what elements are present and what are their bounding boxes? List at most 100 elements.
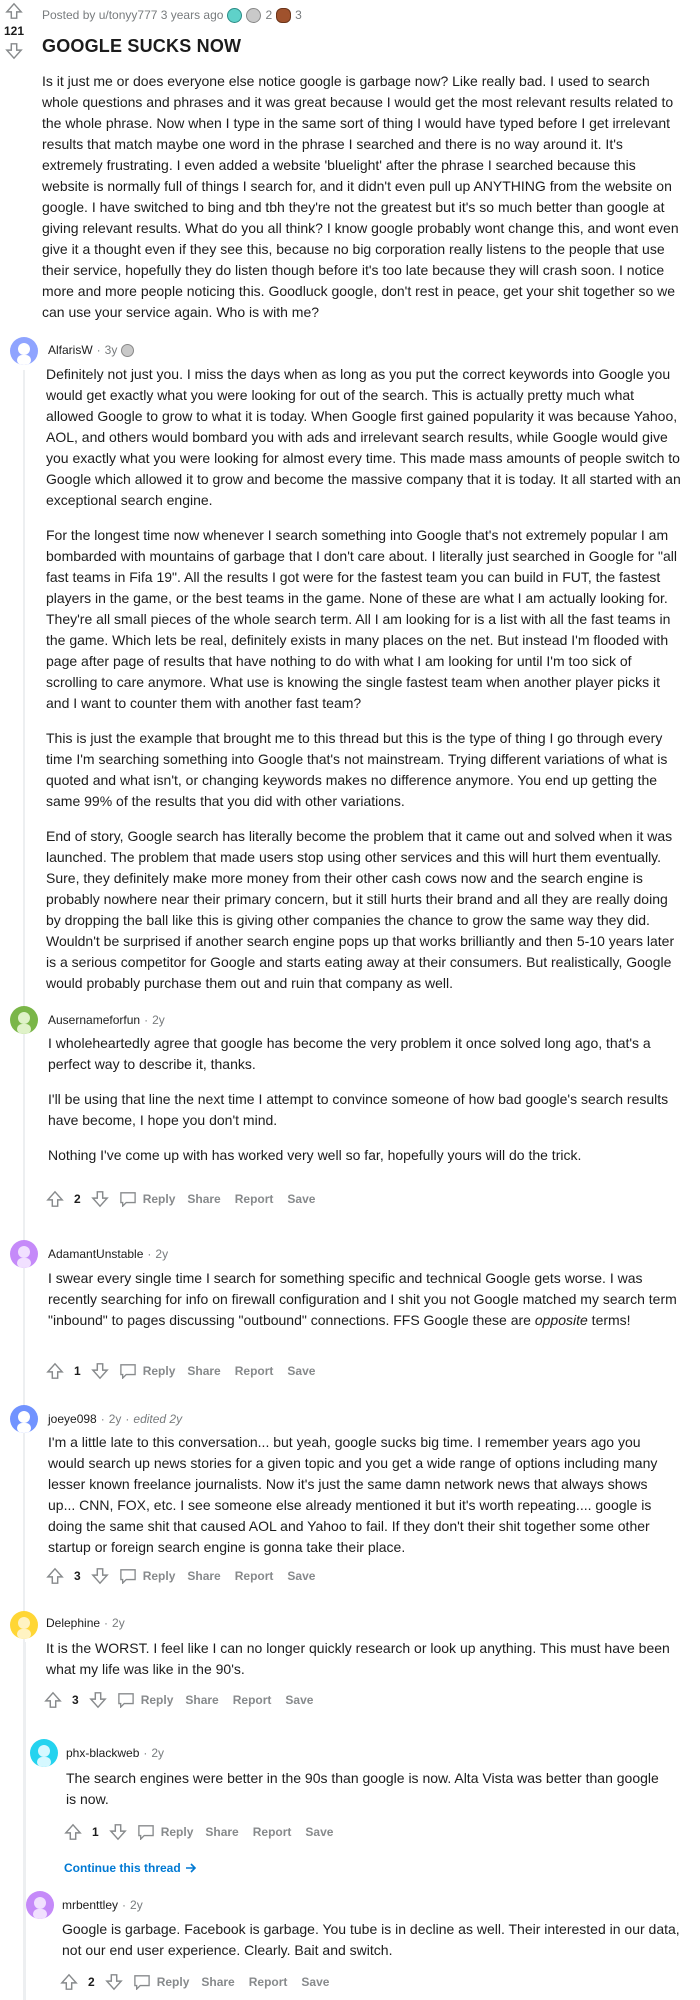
continue-thread-label: Continue this thread <box>64 1861 181 1875</box>
downvote-icon[interactable] <box>90 1190 109 1208</box>
comment-paragraph: For the longest time now whenever I sear… <box>46 527 678 711</box>
downvote-icon[interactable] <box>108 1823 127 1841</box>
report-button[interactable]: Report <box>251 1823 294 1841</box>
avatar[interactable] <box>10 337 38 365</box>
award-count: 3 <box>295 8 302 22</box>
downvote-icon[interactable] <box>104 1973 123 1991</box>
comment-author[interactable]: Delephine <box>46 1616 100 1630</box>
comment-author[interactable]: Ausernameforfun <box>48 1013 140 1027</box>
comment-author[interactable]: AlfarisW <box>48 343 93 357</box>
comment-paragraph: End of story, Google search has literall… <box>46 828 675 991</box>
reply-label: Reply <box>140 1693 174 1707</box>
reply-button[interactable]: Reply <box>133 1974 189 1990</box>
comment-paragraph: It is the WORST. I feel like I can no lo… <box>46 1640 670 1677</box>
avatar[interactable] <box>10 1006 38 1034</box>
comment-paragraph: I'll be using that line the next time I … <box>48 1091 669 1128</box>
silver-award-icon <box>246 7 262 23</box>
save-button[interactable]: Save <box>299 1973 331 1991</box>
avatar[interactable] <box>10 1240 38 1268</box>
comment-author[interactable]: mrbenttley <box>62 1898 118 1912</box>
comment-body: Google is garbage. Facebook is garbage. … <box>62 1919 682 1975</box>
comment-author[interactable]: joeye098 <box>48 1412 97 1426</box>
edited-label: edited 2y <box>133 1412 183 1426</box>
comment-meta: AdamantUnstable · 2y <box>48 1247 169 1261</box>
report-button[interactable]: Report <box>233 1567 276 1585</box>
avatar[interactable] <box>30 1739 58 1767</box>
comment-actions: 1 Reply Share Report Save <box>46 1362 317 1380</box>
upvote-icon[interactable] <box>44 1691 62 1709</box>
share-button[interactable]: Share <box>185 1362 222 1380</box>
avatar[interactable] <box>10 1611 38 1639</box>
report-button[interactable]: Report <box>231 1691 274 1709</box>
bear-award-icon <box>276 7 292 23</box>
comment-body: I swear every single time I search for s… <box>48 1268 678 1345</box>
reply-label: Reply <box>142 1364 176 1378</box>
save-button[interactable]: Save <box>283 1691 315 1709</box>
comment-body: Definitely not just you. I miss the days… <box>46 364 682 1008</box>
silver-award-icon <box>121 343 135 357</box>
upvote-icon[interactable] <box>60 1973 78 1991</box>
downvote-icon[interactable] <box>88 1691 107 1709</box>
comment-paragraph: The search engines were better in the 90… <box>66 1770 659 1807</box>
avatar[interactable] <box>26 1891 54 1919</box>
reply-button[interactable]: Reply <box>117 1692 174 1708</box>
share-button[interactable]: Share <box>203 1823 240 1841</box>
downvote-icon[interactable] <box>90 1362 109 1380</box>
award-icon <box>227 7 243 23</box>
comment-score: 3 <box>72 1693 79 1707</box>
comment-meta: joeye098 · 2y · edited 2y <box>48 1412 183 1426</box>
comment-paragraph: I wholeheartedly agree that google has b… <box>48 1035 651 1072</box>
share-button[interactable]: Share <box>185 1567 222 1585</box>
comment-meta: Delephine · 2y <box>46 1616 125 1630</box>
upvote-icon[interactable] <box>64 1823 82 1841</box>
comment-score: 1 <box>92 1825 99 1839</box>
post-title[interactable]: GOOGLE SUCKS NOW <box>42 36 692 57</box>
report-button[interactable]: Report <box>233 1362 276 1380</box>
share-button[interactable]: Share <box>199 1973 236 1991</box>
downvote-icon[interactable] <box>90 1567 109 1585</box>
comment-icon <box>133 1975 150 1990</box>
reply-button[interactable]: Reply <box>119 1363 176 1379</box>
avatar[interactable] <box>10 1405 38 1433</box>
post-body: Is it just me or does everyone else noti… <box>42 73 679 320</box>
comment-meta: mrbenttley · 2y <box>62 1898 143 1912</box>
reply-button[interactable]: Reply <box>119 1568 176 1584</box>
report-button[interactable]: Report <box>247 1973 290 1991</box>
comment-paragraph: I swear every single time I search for s… <box>48 1270 677 1328</box>
save-button[interactable]: Save <box>303 1823 335 1841</box>
arrow-right-icon <box>185 1863 196 1873</box>
share-button[interactable]: Share <box>183 1691 220 1709</box>
thread-line[interactable] <box>24 1642 26 2000</box>
comment-actions: 2 Reply Share Report Save <box>46 1190 317 1208</box>
reply-button[interactable]: Reply <box>119 1191 176 1207</box>
save-button[interactable]: Save <box>285 1362 317 1380</box>
post: 121 Posted by u/tonyy777 3 years ago 2 3… <box>0 0 700 323</box>
comment-actions: 3 Reply Share Report Save <box>46 1567 317 1585</box>
comment-body: It is the WORST. I feel like I can no lo… <box>46 1638 676 1694</box>
reply-label: Reply <box>160 1825 194 1839</box>
report-button[interactable]: Report <box>233 1190 276 1208</box>
upvote-icon[interactable] <box>46 1362 64 1380</box>
downvote-icon[interactable] <box>0 42 28 60</box>
save-button[interactable]: Save <box>285 1190 317 1208</box>
upvote-icon[interactable] <box>46 1190 64 1208</box>
post-vote: 121 <box>0 2 28 60</box>
comment-author[interactable]: phx-blackweb <box>66 1746 139 1760</box>
share-button[interactable]: Share <box>185 1190 222 1208</box>
reply-label: Reply <box>142 1192 176 1206</box>
comment-actions: 1 Reply Share Report Save <box>64 1823 335 1841</box>
save-button[interactable]: Save <box>285 1567 317 1585</box>
reply-button[interactable]: Reply <box>137 1824 194 1840</box>
reply-label: Reply <box>142 1569 176 1583</box>
comment-age: 2y <box>112 1616 125 1630</box>
comment-age: 3y <box>104 343 118 357</box>
post-byline[interactable]: Posted by u/tonyy777 3 years ago <box>42 8 223 22</box>
upvote-icon[interactable] <box>0 2 28 20</box>
comment-age: 2y <box>155 1247 169 1261</box>
comment-age: 2y <box>108 1412 122 1426</box>
comment-author[interactable]: AdamantUnstable <box>48 1247 143 1261</box>
upvote-icon[interactable] <box>46 1567 64 1585</box>
continue-thread-link[interactable]: Continue this thread <box>64 1861 197 1875</box>
post-meta: Posted by u/tonyy777 3 years ago 2 3 <box>42 6 692 24</box>
comment-body: I'm a little late to this conversation..… <box>48 1432 678 1572</box>
